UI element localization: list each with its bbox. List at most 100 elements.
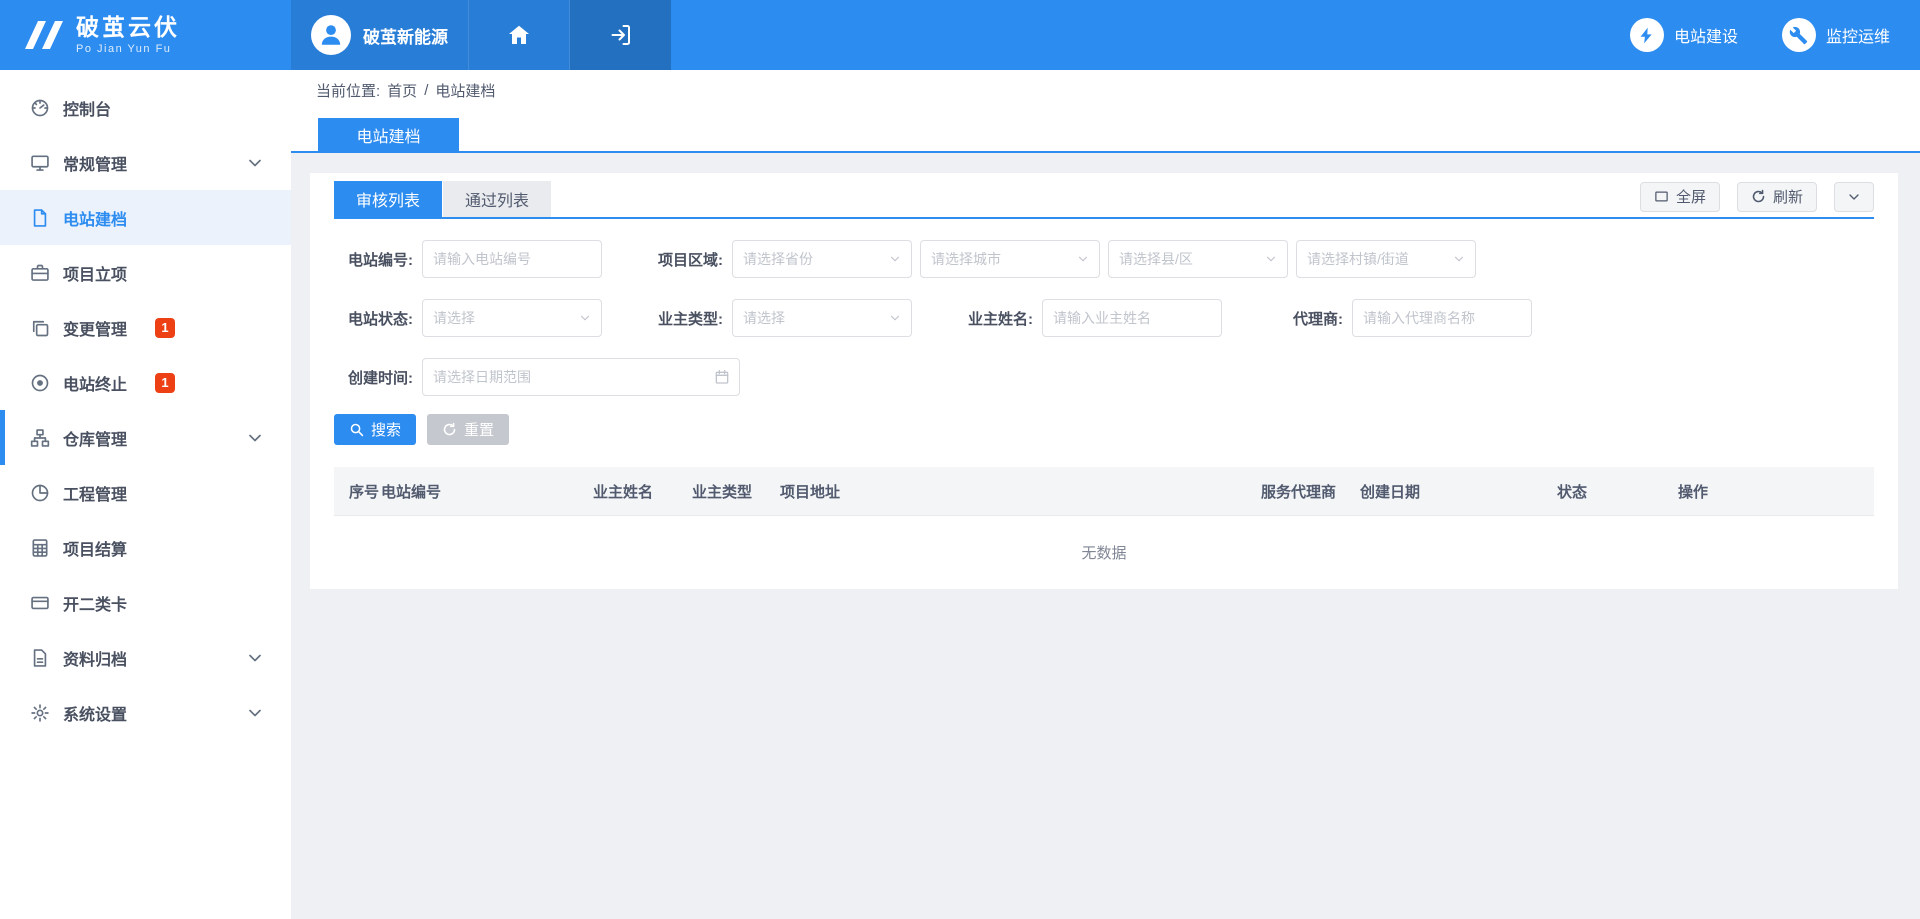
sidebar-item[interactable]: 电站建档: [0, 190, 291, 245]
filter-label: 业主姓名:: [954, 308, 1042, 329]
chevron-down-icon: [1076, 252, 1090, 266]
page-tabstrip: 电站建档: [291, 111, 1920, 153]
refresh-label: 刷新: [1773, 186, 1803, 207]
column-header: 项目地址: [780, 481, 1261, 502]
header-nav: 电站建设 监控运维: [1630, 0, 1920, 70]
sidebar-item-label: 资料归档: [63, 646, 127, 670]
column-header: 操作: [1678, 481, 1874, 502]
owner-name-input[interactable]: [1042, 299, 1222, 337]
filter-label: 代理商:: [1264, 308, 1352, 329]
reset-button[interactable]: 重置: [427, 414, 509, 445]
column-header: 业主类型: [692, 481, 780, 502]
home-button[interactable]: [469, 0, 570, 70]
search-icon: [349, 422, 364, 437]
wrench-icon: [1789, 26, 1808, 45]
search-label: 搜索: [371, 419, 401, 440]
owner-type-select[interactable]: 请选择: [732, 299, 912, 337]
table-empty-state: 无数据: [334, 516, 1874, 588]
header-nav-icon-circle: [1630, 18, 1664, 52]
city-select[interactable]: 请选择城市: [920, 240, 1100, 278]
sidebar-item[interactable]: 控制台: [0, 80, 291, 135]
file-icon: [30, 208, 50, 228]
filter-field-owner-name: 业主姓名:: [954, 299, 1222, 337]
sidebar: 控制台常规管理电站建档项目立项变更管理1电站终止1 仓库管理工程管理项目结算开二类…: [0, 70, 291, 919]
panel-tab[interactable]: 审核列表: [334, 181, 442, 217]
filter-field-project-region: 项目区域: 请选择省份 请选择城市请选择县/区请选择村镇/街道: [644, 240, 1476, 278]
filter-field-agent-name: 代理商:: [1264, 299, 1532, 337]
refresh-button[interactable]: 刷新: [1737, 182, 1817, 212]
header-nav-label: 监控运维: [1826, 23, 1890, 47]
monitor-icon: [30, 153, 50, 173]
select-placeholder: 请选择: [433, 308, 578, 328]
fullscreen-icon: [1654, 189, 1669, 204]
breadcrumb-home-link[interactable]: 首页: [387, 80, 417, 101]
app-logo[interactable]: 破茧云伏 Po Jian Yun Fu: [0, 0, 291, 70]
copy-icon: [30, 318, 50, 338]
logout-button[interactable]: [570, 0, 671, 70]
sidebar-item[interactable]: 开二类卡: [0, 575, 291, 630]
filter-panel: 审核列表通过列表 全屏 刷新 电站编号:项目区域:请选择省份请选择城市请选择县: [310, 173, 1898, 589]
sidebar-item[interactable]: 项目结算: [0, 520, 291, 575]
header-nav-icon-circle: [1782, 18, 1816, 52]
select-placeholder: 请选择省份: [743, 249, 888, 269]
agent-name-input[interactable]: [1352, 299, 1532, 337]
header-nav-label: 电站建设: [1674, 23, 1738, 47]
sidebar-item[interactable]: 资料归档: [0, 630, 291, 685]
header-nav-item[interactable]: 电站建设: [1630, 18, 1738, 52]
header-nav-item[interactable]: 监控运维: [1782, 18, 1890, 52]
chevron-down-icon: [245, 153, 265, 173]
sidebar-item[interactable]: 项目立项: [0, 245, 291, 300]
sidebar-item-label: 系统设置: [63, 701, 127, 725]
fullscreen-button[interactable]: 全屏: [1640, 182, 1720, 212]
sidebar-item[interactable]: 仓库管理: [0, 410, 291, 465]
fullscreen-label: 全屏: [1676, 186, 1706, 207]
filter-field-create-time: 创建时间:请选择日期范围: [334, 358, 740, 396]
chevron-down-icon: [888, 311, 902, 325]
select-placeholder: 请选择村镇/街道: [1307, 249, 1452, 269]
card-icon: [30, 593, 50, 613]
station-code-input[interactable]: [422, 240, 602, 278]
filter-label: 电站状态:: [334, 308, 422, 329]
user-menu[interactable]: 破茧新能源: [291, 0, 469, 70]
filter-label: 电站编号:: [334, 249, 422, 270]
lightning-icon: [1637, 26, 1656, 45]
province-select[interactable]: 请选择省份: [732, 240, 912, 278]
sidebar-item[interactable]: 工程管理: [0, 465, 291, 520]
reset-icon: [442, 422, 457, 437]
main-area: 当前位置: 首页 / 电站建档 电站建档 审核列表通过列表 全屏 刷新: [291, 70, 1920, 919]
logo-title: 破茧云伏: [76, 15, 180, 40]
select-placeholder: 请选择: [743, 308, 888, 328]
chevron-down-icon: [888, 252, 902, 266]
company-name: 破茧新能源: [363, 23, 448, 48]
sidebar-item[interactable]: 电站终止1: [0, 355, 291, 410]
sidebar-item-label: 工程管理: [63, 481, 127, 505]
sitemap-icon: [30, 428, 50, 448]
sidebar-item[interactable]: 变更管理1: [0, 300, 291, 355]
column-header: 序号: [349, 481, 381, 502]
notification-badge: 1: [155, 373, 175, 393]
home-icon: [507, 23, 531, 47]
chevron-down-icon: [578, 311, 592, 325]
chevron-down-icon: [1846, 189, 1862, 205]
district-select[interactable]: 请选择县/区: [1108, 240, 1288, 278]
chevron-down-icon: [245, 703, 265, 723]
sidebar-item-label: 仓库管理: [63, 426, 127, 450]
filter-field-station-code: 电站编号:: [334, 240, 602, 278]
search-button[interactable]: 搜索: [334, 414, 416, 445]
refresh-icon: [1751, 189, 1766, 204]
breadcrumb-separator: /: [424, 82, 428, 99]
sidebar-item[interactable]: 常规管理: [0, 135, 291, 190]
sidebar-item[interactable]: 系统设置: [0, 685, 291, 740]
station-status-select[interactable]: 请选择: [422, 299, 602, 337]
create-time-input[interactable]: 请选择日期范围: [422, 358, 740, 396]
collapse-button[interactable]: [1834, 182, 1874, 212]
filter-label: 项目区域:: [644, 249, 732, 270]
filter-label: 创建时间:: [334, 367, 422, 388]
calendar-icon: [714, 369, 730, 385]
filter-row: 电站编号: 项目区域: 请选择省份 请选择城市请选择县/区请选择村镇/街道: [334, 240, 1874, 278]
page-tab[interactable]: 电站建档: [318, 118, 459, 151]
breadcrumb: 当前位置: 首页 / 电站建档: [291, 70, 1920, 111]
town-select[interactable]: 请选择村镇/街道: [1296, 240, 1476, 278]
panel-tab[interactable]: 通过列表: [443, 181, 551, 217]
region-select-group: 请选择省份 请选择城市请选择县/区请选择村镇/街道: [732, 240, 1476, 278]
